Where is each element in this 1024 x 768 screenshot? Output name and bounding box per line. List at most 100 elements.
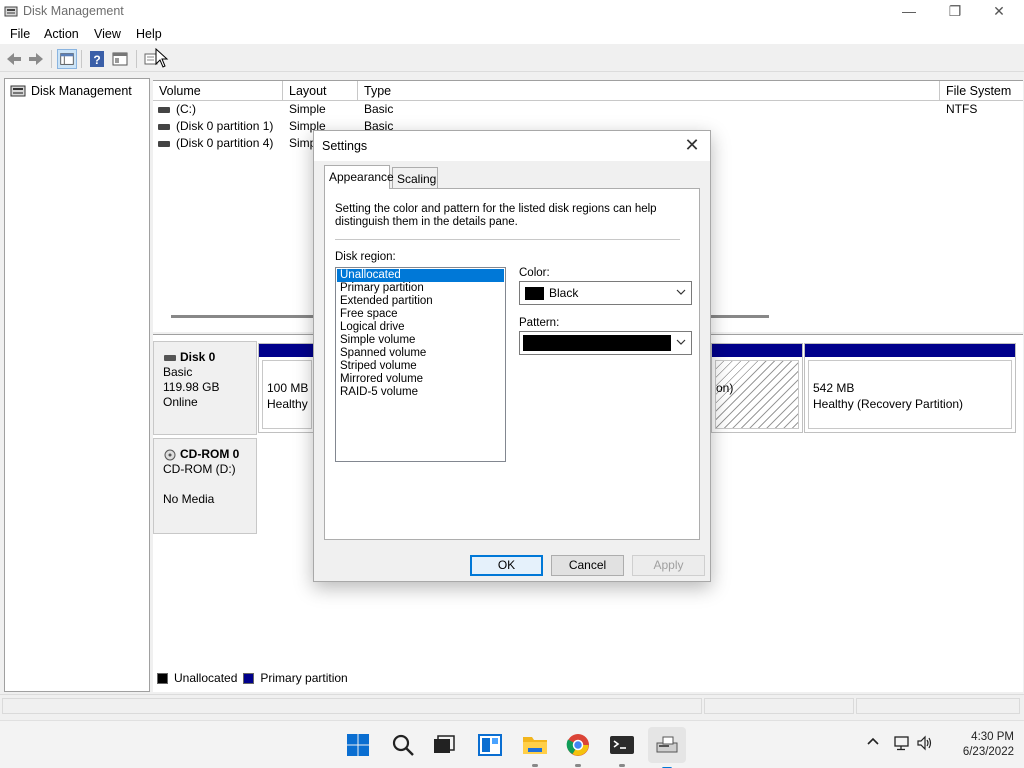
disk-status: Online <box>163 395 198 409</box>
column-header-type[interactable]: Type <box>358 81 940 101</box>
partition-block-recovery[interactable]: 542 MB Healthy (Recovery Partition) <box>804 343 1016 433</box>
taskbar-clock[interactable]: 4:30 PM 6/23/2022 <box>936 730 1014 760</box>
column-header-file-system[interactable]: File System <box>940 81 1023 101</box>
cdrom-0-info[interactable]: CD-ROM 0 CD-ROM (D:) No Media <box>153 438 257 534</box>
widgets-button[interactable] <box>475 730 505 760</box>
dialog-title: Settings <box>322 139 368 153</box>
minimize-button[interactable]: — <box>886 0 932 24</box>
partition-block[interactable]: on) <box>711 343 803 433</box>
disk-management-icon <box>656 736 678 753</box>
search-button[interactable] <box>388 730 418 760</box>
tab-scaling[interactable]: Scaling <box>392 167 438 189</box>
list-item[interactable]: Logical drive <box>337 321 504 334</box>
tab-appearance[interactable]: Appearance <box>324 165 394 189</box>
toolbar-separator <box>136 50 137 68</box>
toolbar-separator <box>81 50 82 68</box>
list-item[interactable]: Free space <box>337 308 504 321</box>
list-item[interactable]: Simple volume <box>337 334 504 347</box>
mouse-cursor-icon <box>155 48 169 68</box>
disk-type: Basic <box>163 365 193 379</box>
status-pane <box>704 698 854 714</box>
toolbar: ? <box>0 46 1024 72</box>
menu-view[interactable]: View <box>94 27 121 41</box>
chevron-down-icon <box>676 289 686 295</box>
volume-type: Basic <box>364 102 394 116</box>
running-indicator <box>532 764 538 767</box>
partition-bar <box>805 344 1015 357</box>
volume-name: (C:) <box>176 102 196 116</box>
menu-file[interactable]: File <box>10 27 30 41</box>
disk-region-listbox[interactable]: Unallocated Primary partition Extended p… <box>335 267 506 462</box>
chrome-button[interactable] <box>563 730 593 767</box>
cancel-button[interactable]: Cancel <box>551 555 624 576</box>
partition-status: Healthy (Recovery Partition) <box>813 397 964 411</box>
settings-dialog: Settings ✕ Appearance Scaling Setting th… <box>313 130 711 582</box>
disk-region-label: Disk region: <box>335 251 396 263</box>
toolbar-separator <box>51 50 52 68</box>
volume-icon <box>158 106 170 113</box>
color-value: Black <box>549 286 579 300</box>
help-icon[interactable]: ? <box>87 49 107 69</box>
running-indicator <box>575 764 581 767</box>
color-label: Color: <box>519 267 550 279</box>
partition-bar <box>259 344 315 357</box>
console-tree-icon[interactable] <box>57 49 77 69</box>
maximize-button[interactable]: ❐ <box>932 0 978 24</box>
clock-time: 4:30 PM <box>971 731 1014 743</box>
properties-icon[interactable] <box>110 49 130 69</box>
column-header-volume[interactable]: Volume <box>153 81 283 101</box>
volume-name: (Disk 0 partition 4) <box>176 136 274 150</box>
network-icon[interactable] <box>893 735 911 751</box>
start-button[interactable] <box>343 730 373 760</box>
legend: Unallocated Primary partition <box>157 671 348 685</box>
disk-0-info[interactable]: Disk 0 Basic 119.98 GB Online <box>153 341 257 435</box>
forward-arrow-icon[interactable] <box>26 49 46 69</box>
volume-icon <box>158 123 170 130</box>
table-row[interactable]: (C:) Simple Basic NTFS <box>153 101 1023 118</box>
back-arrow-icon[interactable] <box>4 49 24 69</box>
chevron-up-icon[interactable] <box>866 735 880 749</box>
disk-type: CD-ROM (D:) <box>163 462 236 476</box>
divider <box>335 239 680 240</box>
list-item[interactable]: Unallocated <box>337 269 504 282</box>
list-item[interactable]: Extended partition <box>337 295 504 308</box>
dialog-close-button[interactable]: ✕ <box>682 135 702 156</box>
menu-help[interactable]: Help <box>136 27 162 41</box>
close-button[interactable]: ✕ <box>976 0 1022 24</box>
window-title: Disk Management <box>23 4 124 18</box>
ok-button[interactable]: OK <box>470 555 543 576</box>
terminal-button[interactable] <box>607 730 637 767</box>
windows-logo-icon <box>347 734 369 756</box>
dialog-title-bar: Settings ✕ <box>314 131 710 161</box>
legend-swatch-primary <box>243 672 255 684</box>
pattern-swatch <box>523 335 671 351</box>
file-explorer-button[interactable] <box>520 730 550 767</box>
color-dropdown[interactable]: Black <box>519 281 692 305</box>
list-item[interactable]: RAID-5 volume <box>337 386 504 399</box>
tree-node-disk-management[interactable]: Disk Management <box>9 83 132 99</box>
list-item[interactable]: Spanned volume <box>337 347 504 360</box>
apply-button[interactable]: Apply <box>632 555 705 576</box>
status-bar <box>0 694 1024 718</box>
disk-management-taskbar-button[interactable] <box>648 727 686 768</box>
volume-name: (Disk 0 partition 1) <box>176 119 274 133</box>
pattern-dropdown[interactable] <box>519 331 692 355</box>
column-header-layout[interactable]: Layout <box>283 81 358 101</box>
partition-block[interactable]: 100 MB Healthy ( <box>258 343 316 433</box>
volume-icon[interactable] <box>916 735 934 751</box>
chevron-down-icon <box>676 339 686 345</box>
menu-action[interactable]: Action <box>44 27 79 41</box>
description-text: Setting the color and pattern for the li… <box>335 203 657 228</box>
cdrom-icon <box>164 449 176 460</box>
volume-file-system: NTFS <box>946 102 978 116</box>
disk-status: No Media <box>163 492 215 506</box>
clock-date: 6/23/2022 <box>962 746 1014 758</box>
partition-size: 100 MB <box>267 381 309 395</box>
list-item[interactable]: Primary partition <box>337 282 504 295</box>
list-item[interactable]: Mirrored volume <box>337 373 504 386</box>
list-item[interactable]: Striped volume <box>337 360 504 373</box>
task-view-button[interactable] <box>429 730 459 760</box>
disk-management-icon <box>4 6 18 17</box>
status-pane <box>856 698 1020 714</box>
widgets-icon <box>478 734 502 756</box>
